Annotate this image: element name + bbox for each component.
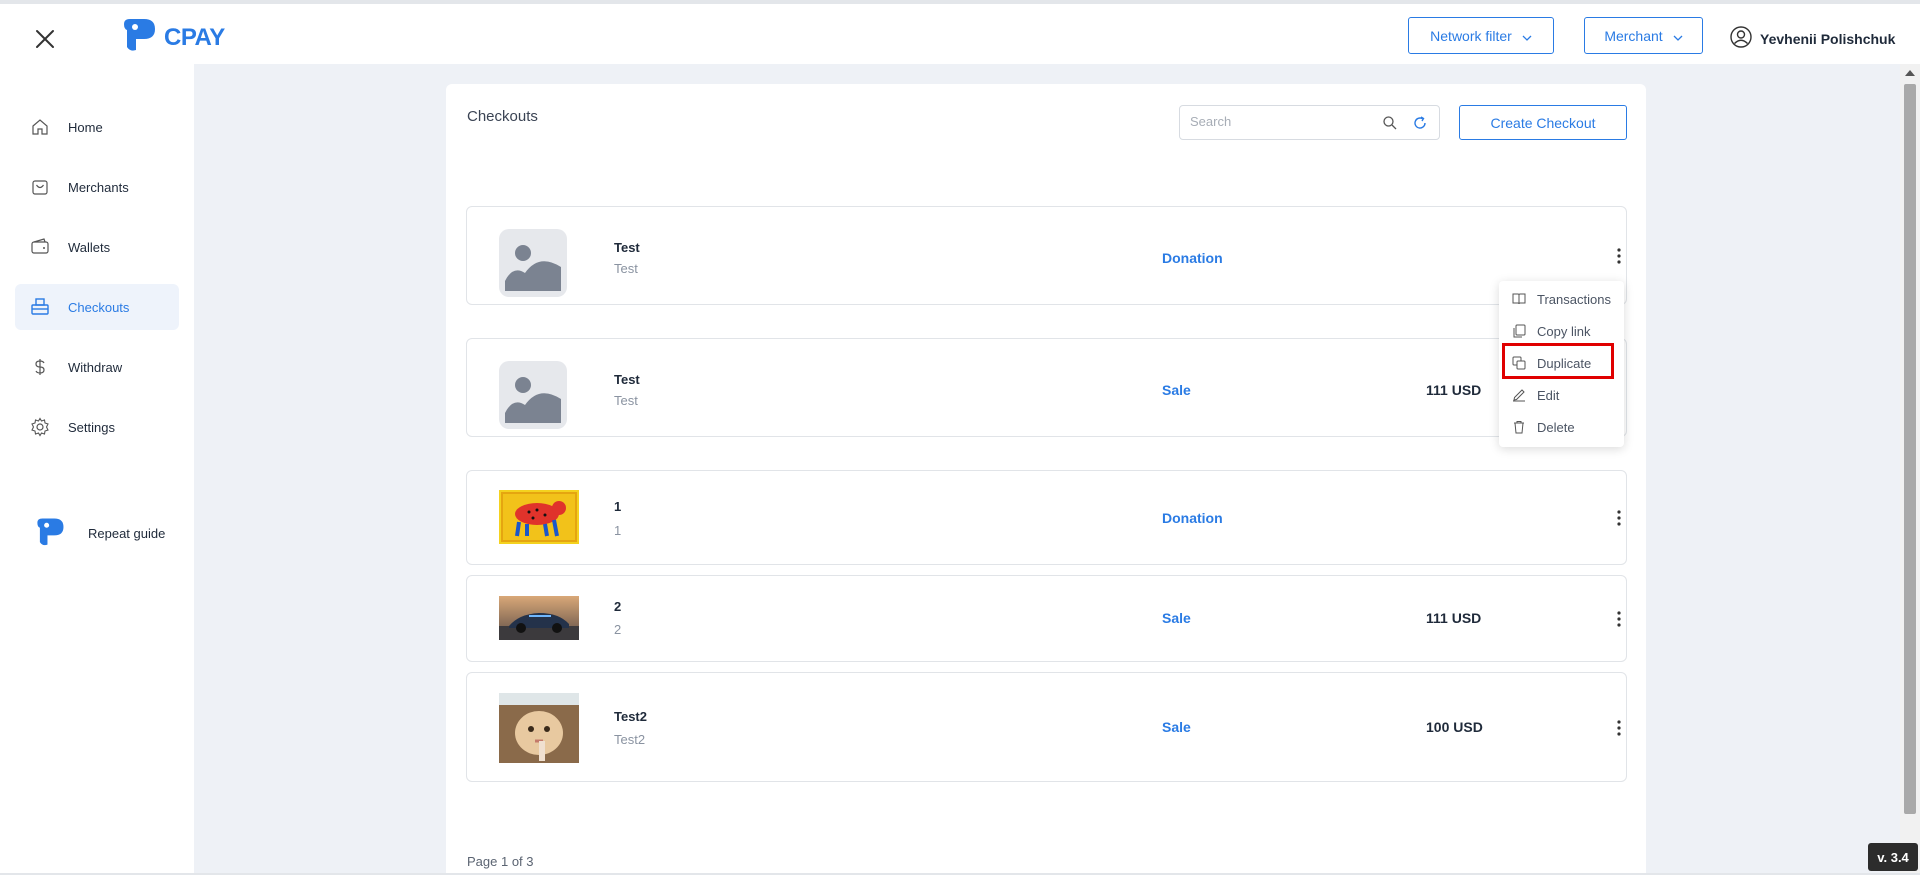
highlight-box <box>1502 343 1614 379</box>
merchant-dropdown[interactable]: Merchant <box>1584 17 1703 54</box>
network-filter-dropdown[interactable]: Network filter <box>1408 17 1554 54</box>
checkout-image <box>499 693 579 768</box>
more-vertical-icon[interactable] <box>1609 508 1629 528</box>
refresh-icon[interactable] <box>1412 115 1428 136</box>
book-icon <box>1511 291 1527 307</box>
sidebar-item-wallets[interactable]: Wallets <box>15 224 179 270</box>
sidebar-item-label: Checkouts <box>68 299 130 315</box>
dollar-icon <box>29 356 51 378</box>
row-name: Test <box>614 372 640 387</box>
table-row[interactable]: 2 2 Sale 111 USD <box>466 575 1627 662</box>
row-price: 111 USD <box>1426 610 1482 626</box>
checkout-image <box>499 490 579 549</box>
row-type: Sale <box>1162 610 1191 626</box>
chevron-down-icon <box>1522 28 1532 44</box>
row-description: 1 <box>614 523 622 538</box>
logo-text: CPAY <box>164 23 225 51</box>
menu-item-delete[interactable]: Delete <box>1499 413 1624 441</box>
sidebar-item-settings[interactable]: Settings <box>15 404 179 450</box>
more-vertical-icon[interactable] <box>1609 246 1629 266</box>
more-vertical-icon[interactable] <box>1609 718 1629 738</box>
checkout-image <box>499 596 579 645</box>
menu-item-label: Edit <box>1537 387 1560 403</box>
pencil-icon <box>1511 387 1527 403</box>
sidebar-item-merchants[interactable]: Merchants <box>15 164 179 210</box>
merchant-label: Merchant <box>1604 27 1663 44</box>
search-icon[interactable] <box>1382 115 1398 136</box>
top-bar: CPAY Network filter Merchant Yevhenii Po… <box>0 0 1920 64</box>
sidebar: Home Merchants Wallets Checkouts Withdra… <box>0 64 194 875</box>
user-icon <box>1730 26 1752 51</box>
sidebar-item-label: Withdraw <box>68 359 123 375</box>
menu-item-transactions[interactable]: Transactions <box>1499 285 1624 313</box>
menu-item-copy-link[interactable]: Copy link <box>1499 317 1624 345</box>
more-vertical-icon[interactable] <box>1609 609 1629 629</box>
row-type: Donation <box>1162 250 1223 266</box>
logo-icon <box>34 516 66 551</box>
row-name: 1 <box>614 499 622 514</box>
scroll-up-arrow-icon[interactable] <box>1905 70 1915 76</box>
copy-icon <box>1511 323 1527 339</box>
row-name: Test <box>614 240 640 255</box>
menu-item-label: Copy link <box>1537 323 1591 339</box>
search-box <box>1179 105 1440 140</box>
sidebar-item-label: Merchants <box>68 179 129 195</box>
sidebar-item-label: Home <box>68 119 103 135</box>
user-menu[interactable]: Yevhenii Polishchuk <box>1730 26 1895 51</box>
close-icon[interactable] <box>30 24 60 54</box>
menu-item-label: Transactions <box>1537 291 1611 307</box>
menu-item-label: Delete <box>1537 419 1575 435</box>
trash-icon <box>1511 419 1527 435</box>
sidebar-item-label: Wallets <box>68 239 111 255</box>
row-context-menu: Transactions Copy link Duplicate Edit De… <box>1499 281 1624 447</box>
logo-icon <box>120 16 158 59</box>
repeat-guide-button[interactable]: Repeat guide <box>34 516 165 551</box>
row-name: 2 <box>614 599 622 614</box>
sidebar-item-label: Settings <box>68 419 115 435</box>
pagination-label: Page 1 of 3 <box>467 854 534 869</box>
row-description: Test2 <box>614 732 646 747</box>
table-row[interactable]: Test Test Donation <box>466 206 1627 305</box>
table-row[interactable]: Test2 Test2 Sale 100 USD <box>466 672 1627 782</box>
row-description: Test <box>614 261 638 276</box>
vertical-scrollbar[interactable] <box>1900 64 1920 875</box>
logo[interactable]: CPAY <box>120 16 225 59</box>
bag-icon <box>29 176 51 198</box>
image-placeholder-icon <box>499 361 567 434</box>
row-name: Test2 <box>614 709 647 724</box>
image-placeholder-icon <box>499 229 567 302</box>
table-row[interactable]: Test Test Sale 111 USD <box>466 338 1627 437</box>
checkout-icon <box>29 296 51 318</box>
row-type: Sale <box>1162 719 1191 735</box>
sidebar-item-checkouts[interactable]: Checkouts <box>15 284 179 330</box>
table-row[interactable]: 1 1 Donation <box>466 470 1627 565</box>
search-input[interactable] <box>1190 114 1380 129</box>
sidebar-item-home[interactable]: Home <box>15 104 179 150</box>
user-name: Yevhenii Polishchuk <box>1760 30 1896 47</box>
create-checkout-button[interactable]: Create Checkout <box>1459 105 1627 140</box>
row-description: Test <box>614 393 638 408</box>
checkouts-panel: Checkouts Create Checkout Test Test Dona… <box>446 84 1646 875</box>
row-description: 2 <box>614 622 622 637</box>
page-title: Checkouts <box>467 108 538 125</box>
repeat-guide-label: Repeat guide <box>88 526 166 541</box>
row-price: 111 USD <box>1426 382 1482 398</box>
version-badge: v. 3.4 <box>1868 843 1918 871</box>
sidebar-item-withdraw[interactable]: Withdraw <box>15 344 179 390</box>
row-type: Sale <box>1162 382 1191 398</box>
row-price: 100 USD <box>1426 719 1483 735</box>
scrollbar-thumb[interactable] <box>1904 84 1916 814</box>
network-filter-label: Network filter <box>1430 27 1512 44</box>
home-icon <box>29 116 51 138</box>
gear-icon <box>29 416 51 438</box>
wallet-icon <box>29 236 51 258</box>
menu-item-edit[interactable]: Edit <box>1499 381 1624 409</box>
chevron-down-icon <box>1673 28 1683 44</box>
row-type: Donation <box>1162 510 1223 526</box>
